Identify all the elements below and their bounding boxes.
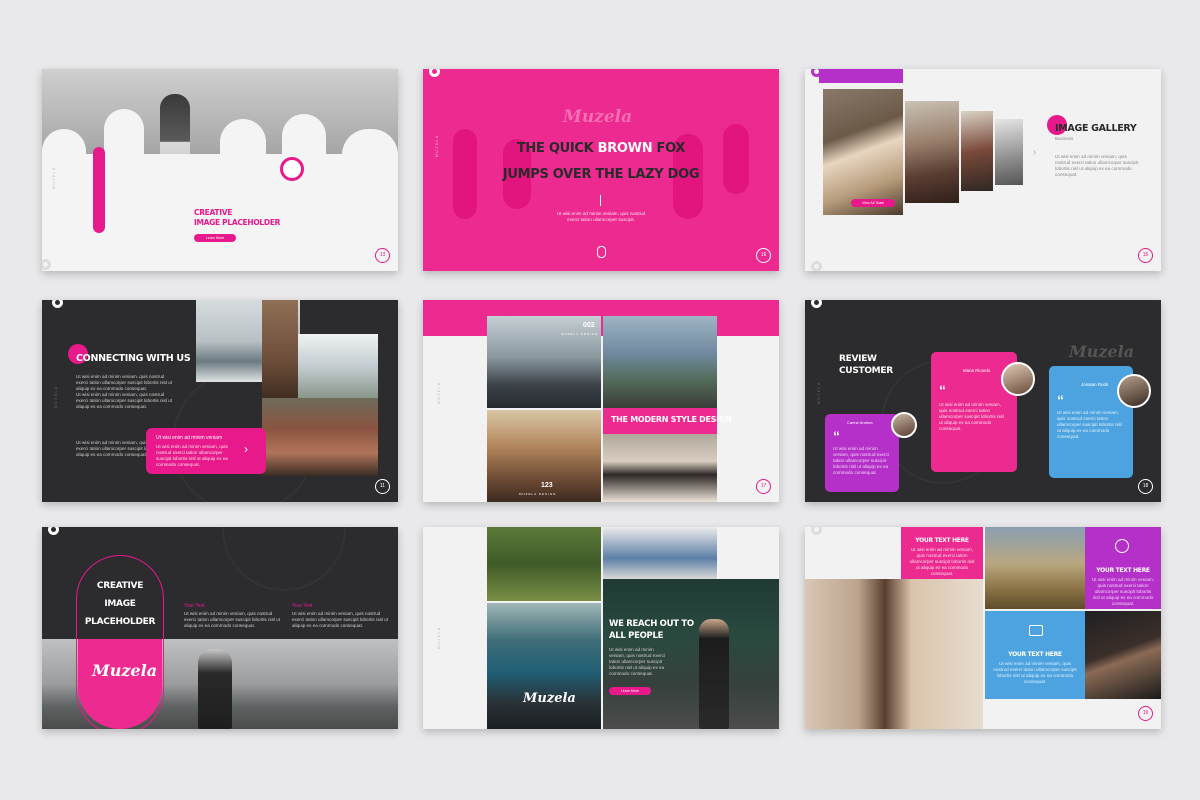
gallery-photo-main (823, 89, 903, 215)
pink-pill-accent (93, 147, 105, 233)
corner-ring (48, 527, 59, 535)
slide-title: CONNECTING WITH US (76, 353, 191, 364)
slide-title: REVIEW (839, 354, 877, 364)
chevron-right-icon[interactable]: › (1033, 147, 1036, 158)
corner-ring (429, 69, 440, 77)
vertical-label: MUZELA (54, 385, 58, 408)
photo-woman-hat (985, 527, 1085, 609)
view-all-team-button[interactable]: View All Team (851, 199, 895, 207)
pink-circle-accent (280, 157, 304, 181)
brand-logo: Muzela (523, 691, 576, 706)
body-text: Ut wisi enim ad minim veniam, quis nostr… (76, 374, 172, 391)
body-text-2: Ut wisi enim ad minim veniam, quis nostr… (76, 392, 172, 409)
slide-subtitle: Business (1055, 136, 1074, 141)
body-text: Ut wisi enim ad minim veniam, quis nostr… (1055, 154, 1139, 177)
target-icon (1115, 539, 1129, 553)
headline-line-2: JUMPS OVER THE LAZY DOG (502, 167, 700, 182)
page-number: 15 (1138, 248, 1153, 263)
corner-ring (52, 300, 63, 308)
gallery-photo-3 (961, 111, 993, 191)
chevron-right-icon[interactable]: › (244, 442, 248, 456)
page-number: 19 (1138, 706, 1153, 721)
avatar (891, 412, 917, 438)
number-bottom: 123 (541, 482, 553, 489)
vertical-label: MUZELA (817, 381, 821, 404)
photo-legs (603, 527, 717, 579)
slide-thumbnail-7[interactable]: CREATIVE IMAGE PLACEHOLDER Muzela Your T… (42, 527, 398, 729)
page-number: 11 (375, 479, 390, 494)
text-box-blue: YOUR TEXT HERE Ut wisi enim ad minim ven… (985, 611, 1085, 699)
slide-thumbnail-3[interactable]: View All Team › IMAGE GALLERY Business U… (805, 69, 1161, 271)
slide-title: WE REACH OUT TO (609, 619, 694, 629)
slide-title-2: IMAGE (104, 599, 136, 609)
photo-forest-trail (487, 527, 601, 601)
slide-title: THE MODERN STYLE DESIGN (611, 415, 732, 424)
gallery-photo-2 (905, 101, 959, 203)
photo-lake-man (603, 316, 717, 408)
wallet-icon (1029, 625, 1043, 636)
person-silhouette (198, 649, 232, 729)
slide-title: CREATIVE (194, 208, 233, 217)
avatar (1117, 374, 1151, 408)
scroll-icon (597, 246, 606, 258)
slide-title-2: ALL PEOPLE (609, 631, 664, 641)
brand-logo: Muzela (92, 661, 158, 680)
avatar (1001, 362, 1035, 396)
purple-tab (819, 69, 903, 83)
slide-thumbnail-5[interactable]: THE MODERN STYLE DESIGN 002 MUZELA DESIG… (423, 300, 779, 502)
gallery-photo-4 (995, 119, 1023, 185)
text-box-pink: YOUR TEXT HERE Ut wisi enim ad minim ven… (901, 527, 983, 579)
slide-title-2: IMAGE PLACEHOLDER (194, 218, 281, 227)
photo-lake-boat (487, 603, 601, 729)
pink-pill (78, 639, 162, 729)
brand-logo: Muzela (563, 107, 633, 127)
page-number: 18 (1138, 479, 1153, 494)
divider (600, 195, 601, 206)
slide-title-2: CUSTOMER (839, 366, 893, 376)
page-number: 17 (756, 479, 771, 494)
slide-thumbnail-8[interactable]: WE REACH OUT TO ALL PEOPLE Ut wisi enim … (423, 527, 779, 729)
text-box-purple: YOUR TEXT HERE Ut wisi enim ad minim ven… (1085, 527, 1161, 609)
photo-town (262, 398, 378, 476)
person-silhouette (699, 619, 729, 729)
pink-banner (423, 300, 779, 336)
vertical-label: MUZELA (435, 134, 439, 157)
brand-logo: Muzela (1069, 342, 1135, 361)
slide-thumbnail-4[interactable]: CONNECTING WITH US Ut wisi enim ad minim… (42, 300, 398, 502)
photo-woman-portrait (805, 579, 983, 729)
slide-thumbnail-2[interactable]: Muzela THE QUICK BROWN FOX JUMPS OVER TH… (423, 69, 779, 271)
number-tag-top: MUZELA DESIGN (561, 332, 599, 336)
learn-more-button[interactable]: Learn More (609, 687, 651, 695)
column-title-1: Your Text (184, 603, 205, 609)
contact-box[interactable]: Ut wisi enim ad minim veniam Ut wisi eni… (146, 428, 266, 474)
column-body-2: Ut wisi enim ad minim veniam, quis nostr… (292, 611, 388, 628)
number-top: 002 (583, 322, 595, 329)
photo-woman-camera (603, 434, 717, 502)
review-card-1: Carine Andrea “ Ut wisi enim ad minim ve… (825, 414, 899, 492)
vertical-label: MUZELA (437, 381, 441, 404)
photo-tower (262, 300, 298, 400)
slide-thumbnail-1[interactable]: CREATIVE IMAGE PLACEHOLDER Learn More MU… (42, 69, 398, 271)
corner-ring (811, 300, 822, 308)
slide-thumbnail-6[interactable]: REVIEW CUSTOMER Muzela Carine Andrea “ U… (805, 300, 1161, 502)
learn-more-button[interactable]: Learn More (194, 234, 236, 242)
page-number: 13 (375, 248, 390, 263)
headline-line-1: THE QUICK BROWN FOX (516, 141, 686, 156)
column-title-2: Your Text (292, 603, 313, 609)
page-number: 16 (756, 248, 771, 263)
body-text: Ut wisi enim ad minim veniam, quis nostr… (609, 647, 665, 676)
slide-thumbnail-9[interactable]: YOUR TEXT HERE Ut wisi enim ad minim ven… (805, 527, 1161, 729)
slide-title-3: PLACEHOLDER (84, 617, 156, 627)
photo-mountain-man (487, 316, 601, 408)
body-text: Ut wisi enim ad minim veniam, quis nostr… (556, 211, 646, 222)
slide-title: IMAGE GALLERY (1055, 123, 1137, 134)
number-tag-bottom: MUZELA DESIGN (519, 492, 557, 496)
column-body-1: Ut wisi enim ad minim veniam, quis nostr… (184, 611, 280, 628)
slide-title: CREATIVE (96, 581, 144, 591)
vertical-label: MUZELA (52, 166, 56, 189)
corner-ring (811, 527, 822, 535)
vertical-label: MUZELA (437, 626, 441, 649)
photo-woman-dark (1085, 611, 1161, 699)
